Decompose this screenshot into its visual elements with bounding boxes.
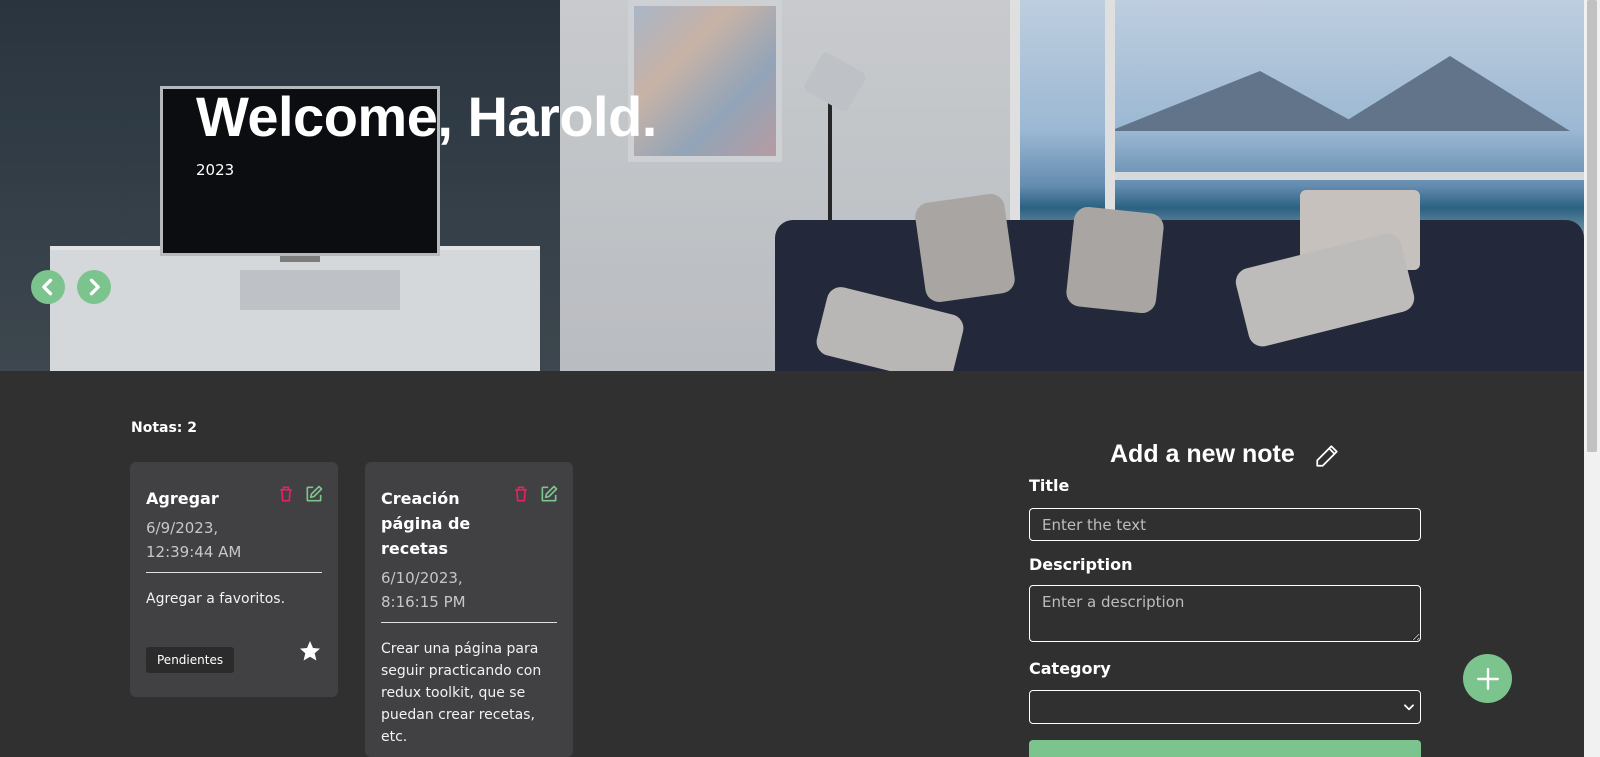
carousel-next-button[interactable] — [77, 270, 111, 304]
submit-button[interactable] — [1029, 740, 1421, 757]
scrollbar-thumb[interactable] — [1587, 0, 1597, 452]
description-label: Description — [1029, 555, 1133, 574]
category-label: Category — [1029, 659, 1111, 678]
note-description: Crear una página para seguir practicando… — [381, 641, 542, 745]
note-card: Creación página de recetas 6/10/2023, 8:… — [365, 462, 573, 757]
divider — [381, 622, 557, 623]
chevron-right-icon — [89, 278, 100, 296]
star-icon[interactable] — [298, 639, 322, 663]
plus-icon — [1476, 667, 1499, 690]
category-select[interactable] — [1029, 690, 1421, 724]
note-title: Creación página de recetas — [381, 489, 471, 558]
edit-icon[interactable] — [304, 484, 324, 504]
pencil-icon — [1316, 445, 1338, 467]
hero-overlay — [0, 0, 1584, 371]
form-heading: Add a new note — [1110, 440, 1295, 468]
note-date: 6/9/2023, 12:39:44 AM — [146, 519, 242, 561]
category-badge[interactable]: Pendientes — [146, 647, 235, 673]
description-textarea[interactable] — [1029, 585, 1421, 642]
notes-count: Notas: 2 — [131, 420, 198, 436]
chevron-left-icon — [42, 278, 53, 296]
hero-banner — [0, 0, 1584, 371]
note-date: 6/10/2023, 8:16:15 PM — [381, 569, 466, 611]
title-input[interactable] — [1029, 508, 1421, 541]
note-description: Agregar a favoritos. — [146, 591, 286, 607]
add-note-fab[interactable] — [1463, 654, 1512, 703]
title-label: Title — [1029, 476, 1070, 495]
note-title: Agregar — [146, 489, 219, 508]
trash-icon[interactable] — [276, 484, 296, 504]
carousel-prev-button[interactable] — [31, 270, 65, 304]
hero-subtitle: 2023 — [196, 161, 235, 179]
edit-icon[interactable] — [539, 484, 559, 504]
hero-title: Welcome, Harold. — [196, 85, 657, 148]
trash-icon[interactable] — [511, 484, 531, 504]
divider — [146, 572, 322, 573]
note-card: Agregar 6/9/2023, 12:39:44 AM Agregar a … — [130, 462, 338, 697]
